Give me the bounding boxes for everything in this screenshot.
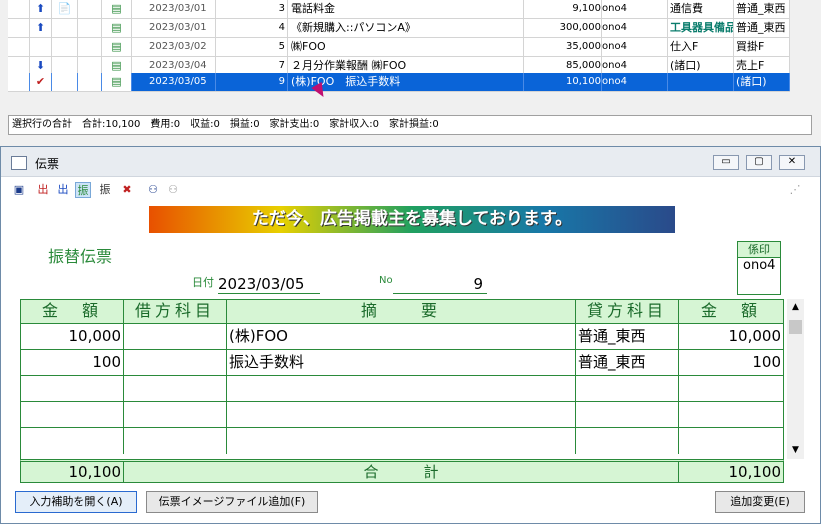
black-voucher-icon[interactable]: 振 [97,182,113,198]
table-row-selected[interactable]: ✔ ▤ 2023/03/05 9 (株)FOO 振込手数料 10,100 ono… [8,73,790,92]
debit-account-cell[interactable] [124,376,227,402]
voucher-icon[interactable]: ▤ [102,73,132,91]
debit-amount-cell[interactable] [21,402,124,428]
stamp-box: 係印 ono4 [737,241,781,295]
window-titlebar[interactable]: 伝票 ▭ ▢ ✕ [1,147,820,177]
number-field[interactable]: 9 [393,275,487,294]
credit-amount-cell[interactable] [679,402,783,428]
ad-banner[interactable]: ただ今、広告掲載主を募集しております。 [149,206,675,233]
credit-account-cell[interactable] [576,428,679,454]
table-row[interactable]: ▤ 2023/03/02 5 ㈱FOO 35,000 ono4 仕入F 買掛F [8,38,790,57]
document-icon: 📄 [52,0,78,18]
arrow-up-icon: ⬆ [30,0,52,18]
stamp-header: 係印 [738,242,780,258]
scroll-thumb[interactable] [789,320,802,334]
debit-amount-cell[interactable] [21,376,124,402]
debit-amount-cell[interactable]: 100 [21,350,124,376]
binoculars-icon[interactable]: ⚇ [145,182,161,198]
debit-amount-cell[interactable] [21,428,124,454]
voucher-icon[interactable]: ▤ [102,0,132,18]
journal-list-pane: ⬆ 📄 ▤ 2023/03/01 3 電話料金 9,100 ono4 通信費 普… [0,0,821,146]
register-icon[interactable]: ▣ [11,182,27,198]
date-field[interactable]: 2023/03/05 [218,275,320,294]
window-title: 伝票 [35,157,60,171]
number-label: No [379,275,393,286]
stamp-value: ono4 [743,258,776,273]
transfer-icon: ⬆ [30,19,52,37]
credit-amount-cell[interactable] [679,428,783,454]
voucher-icon[interactable]: ▤ [102,19,132,37]
voucher-window: 伝票 ▭ ▢ ✕ ▣ 出 出 振 振 ✖ ⚇ ⚇ ⋰ ただ今、広告掲載主を募集し… [0,146,821,524]
credit-account-cell[interactable]: 普通_東西 [576,350,679,376]
credit-account-cell[interactable] [576,376,679,402]
voucher-icon[interactable]: ▤ [102,38,132,56]
voucher-window-icon [11,156,27,170]
description-cell[interactable] [227,402,576,428]
minimize-button[interactable]: ▭ [713,155,739,170]
debit-amount-cell[interactable]: 10,000 [21,324,124,350]
header-debit-account: 借方科目 [124,300,227,324]
restore-button[interactable]: ▢ [746,155,772,170]
credit-account-cell[interactable] [576,402,679,428]
credit-account-cell[interactable]: 普通_東西 [576,324,679,350]
voucher-table: 金 額 借方科目 摘 要 貸方科目 金 額 10,000 (株)FOO 普通_東… [20,299,784,481]
header-debit-amount: 金 額 [21,300,124,324]
total-row: 10,100 合 計 10,100 [20,459,784,483]
green-voucher-icon[interactable]: 振 [75,182,91,198]
binoculars-gray-icon: ⚇ [168,183,178,196]
table-row[interactable]: ⬆ ▤ 2023/03/01 4 《新規購入::パソコンA》 300,000 o… [8,19,790,38]
close-button[interactable]: ✕ [779,155,805,170]
check-icon: ✔ [30,73,52,91]
scroll-down-icon[interactable]: ▼ [787,442,804,459]
description-cell[interactable] [227,376,576,402]
debit-account-cell[interactable] [124,402,227,428]
red-delete-icon[interactable]: ✖ [119,182,135,198]
journal-grid[interactable]: ⬆ 📄 ▤ 2023/03/01 3 電話料金 9,100 ono4 通信費 普… [8,0,790,92]
open-input-assist-button[interactable]: 入力補助を開く(A) [15,491,137,513]
debit-account-cell[interactable] [124,350,227,376]
add-change-button[interactable]: 追加変更(E) [715,491,805,513]
description-cell[interactable] [227,428,576,454]
debit-account-cell[interactable] [124,428,227,454]
table-scrollbar[interactable]: ▲ ▼ [787,299,804,459]
header-description: 摘 要 [227,300,576,324]
header-credit-amount: 金 額 [679,300,783,324]
voucher-title: 振替伝票 [48,247,113,266]
selection-total-status: 選択行の合計 合計:10,100 費用:0 収益:0 損益:0 家計支出:0 家… [8,115,812,135]
total-credit: 10,100 [728,463,782,481]
credit-amount-cell[interactable]: 10,000 [679,324,783,350]
red-voucher-icon[interactable]: 出 [35,182,51,198]
total-label: 合 計 [124,462,679,482]
add-image-file-button[interactable]: 伝票イメージファイル追加(F) [146,491,318,513]
resize-grip-icon: ⋰ [789,183,801,196]
header-credit-account: 貸方科目 [576,300,679,324]
credit-amount-cell[interactable]: 100 [679,350,783,376]
scroll-up-icon[interactable]: ▲ [787,299,804,316]
description-cell[interactable]: 振込手数料 [227,350,576,376]
date-label: 日付 [192,276,214,289]
debit-account-cell[interactable] [124,324,227,350]
total-debit: 10,100 [21,462,124,482]
blue-voucher-icon[interactable]: 出 [55,182,71,198]
credit-amount-cell[interactable] [679,376,783,402]
description-cell[interactable]: (株)FOO [227,324,576,350]
voucher-toolbar: ▣ 出 出 振 振 ✖ ⚇ ⚇ ⋰ [11,180,811,204]
table-row[interactable]: ⬆ 📄 ▤ 2023/03/01 3 電話料金 9,100 ono4 通信費 普… [8,0,790,19]
